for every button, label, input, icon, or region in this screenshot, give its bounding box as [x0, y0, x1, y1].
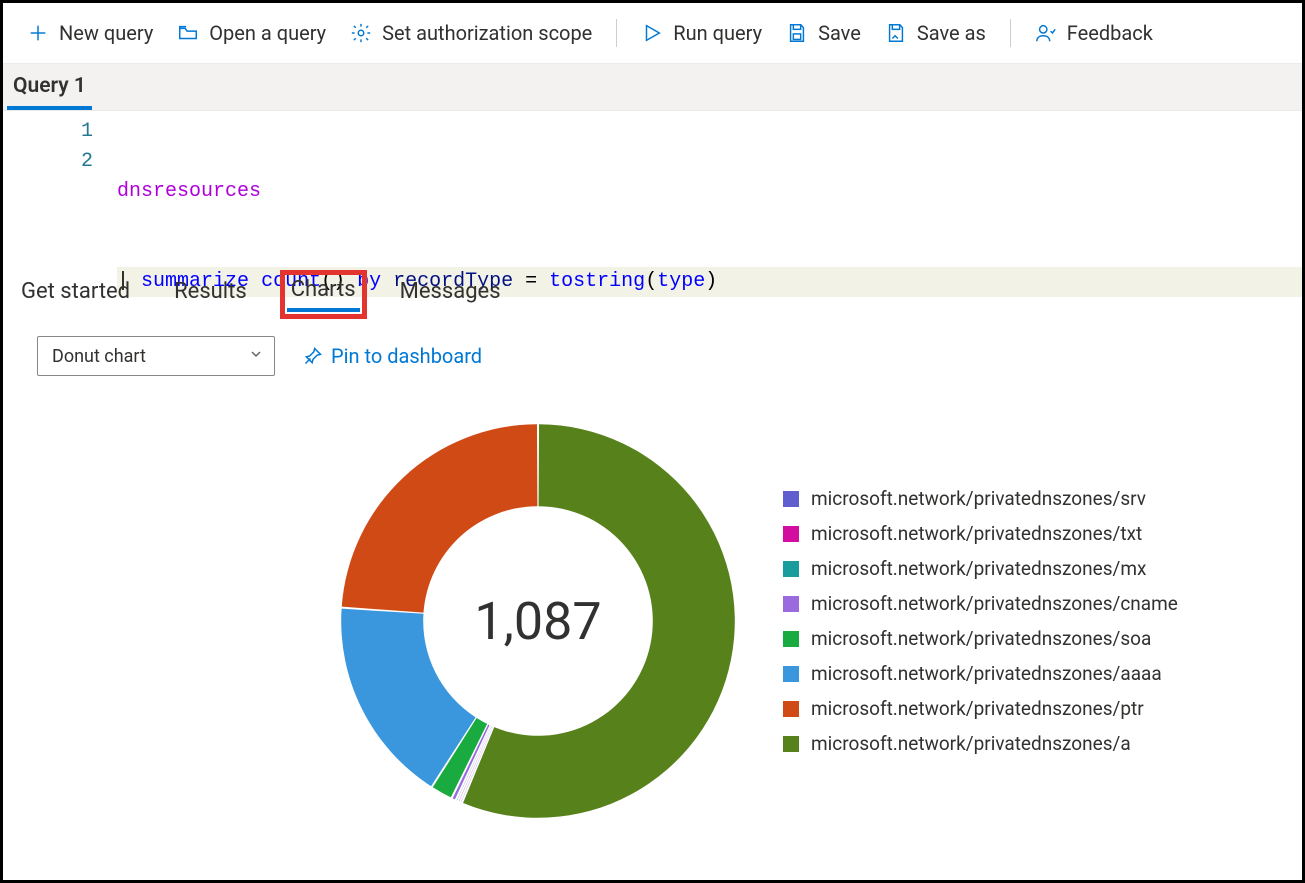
new-query-label: New query [59, 21, 153, 45]
tab-messages[interactable]: Messages [396, 279, 505, 310]
legend-swatch [783, 701, 799, 717]
legend-swatch [783, 596, 799, 612]
gear-icon [350, 22, 372, 44]
play-icon [641, 22, 663, 44]
save-as-label: Save as [917, 21, 986, 45]
toolbar-separator [1010, 19, 1011, 47]
chart-legend: microsoft.network/privatednszones/srv mic… [783, 487, 1178, 755]
legend-label: microsoft.network/privatednszones/aaaa [811, 662, 1162, 685]
legend-swatch [783, 491, 799, 507]
folder-open-icon [177, 22, 199, 44]
save-as-icon [885, 22, 907, 44]
legend-label: microsoft.network/privatednszones/cname [811, 592, 1178, 615]
legend-label: microsoft.network/privatednszones/a [811, 732, 1131, 755]
plus-icon [27, 22, 49, 44]
query-tabstrip: Query 1 [3, 64, 1302, 111]
legend-label: microsoft.network/privatednszones/soa [811, 627, 1151, 650]
save-icon [786, 22, 808, 44]
legend-swatch [783, 736, 799, 752]
editor-code[interactable]: dnsresources | summarize count() by reco… [105, 111, 1302, 261]
legend-item[interactable]: microsoft.network/privatednszones/ptr [783, 697, 1178, 720]
editor-gutter: 1 2 [3, 111, 105, 261]
legend-item[interactable]: microsoft.network/privatednszones/srv [783, 487, 1178, 510]
open-query-label: Open a query [209, 21, 326, 45]
pin-to-dashboard-link[interactable]: Pin to dashboard [303, 344, 482, 368]
pin-icon [303, 346, 323, 366]
open-query-button[interactable]: Open a query [167, 15, 336, 51]
command-bar: New query Open a query Set authorization… [3, 3, 1302, 64]
line-number: 1 [3, 117, 93, 147]
legend-item[interactable]: microsoft.network/privatednszones/txt [783, 522, 1178, 545]
donut-chart[interactable]: 1,087 [333, 416, 743, 826]
legend-label: microsoft.network/privatednszones/srv [811, 487, 1146, 510]
set-scope-button[interactable]: Set authorization scope [340, 15, 602, 51]
save-button[interactable]: Save [776, 15, 871, 51]
legend-item[interactable]: microsoft.network/privatednszones/aaaa [783, 662, 1178, 685]
toolbar-separator [616, 19, 617, 47]
tab-results[interactable]: Results [170, 279, 251, 310]
chevron-down-icon [248, 346, 264, 367]
legend-swatch [783, 666, 799, 682]
tab-get-started[interactable]: Get started [17, 279, 134, 310]
legend-item[interactable]: microsoft.network/privatednszones/cname [783, 592, 1178, 615]
legend-item[interactable]: microsoft.network/privatednszones/soa [783, 627, 1178, 650]
chart-type-value: Donut chart [52, 346, 146, 367]
legend-item[interactable]: microsoft.network/privatednszones/a [783, 732, 1178, 755]
feedback-button[interactable]: Feedback [1025, 15, 1163, 51]
new-query-button[interactable]: New query [17, 15, 163, 51]
pin-label: Pin to dashboard [331, 344, 482, 368]
query-tab[interactable]: Query 1 [7, 68, 92, 110]
legend-label: microsoft.network/privatednszones/txt [811, 522, 1142, 545]
legend-label: microsoft.network/privatednszones/ptr [811, 697, 1144, 720]
chart-area: 1,087 microsoft.network/privatednszones/… [3, 376, 1302, 826]
legend-swatch [783, 526, 799, 542]
line-number: 2 [3, 147, 93, 177]
chart-controls: Donut chart Pin to dashboard [3, 322, 1302, 376]
token-table: dnsresources [117, 180, 261, 203]
legend-item[interactable]: microsoft.network/privatednszones/mx [783, 557, 1178, 580]
legend-label: microsoft.network/privatednszones/mx [811, 557, 1146, 580]
feedback-icon [1035, 22, 1057, 44]
legend-swatch [783, 561, 799, 577]
set-scope-label: Set authorization scope [382, 21, 592, 45]
tab-charts[interactable]: Charts [287, 277, 360, 312]
run-query-button[interactable]: Run query [631, 15, 772, 51]
save-as-button[interactable]: Save as [875, 15, 996, 51]
run-query-label: Run query [673, 21, 762, 45]
donut-slice[interactable] [342, 424, 538, 612]
chart-type-select[interactable]: Donut chart [37, 336, 275, 376]
feedback-label: Feedback [1067, 21, 1153, 45]
results-tabstrip: Get started Results Charts Messages [3, 261, 1302, 322]
query-editor[interactable]: 1 2 dnsresources | summarize count() by … [3, 111, 1302, 261]
legend-swatch [783, 631, 799, 647]
save-label: Save [818, 21, 861, 45]
